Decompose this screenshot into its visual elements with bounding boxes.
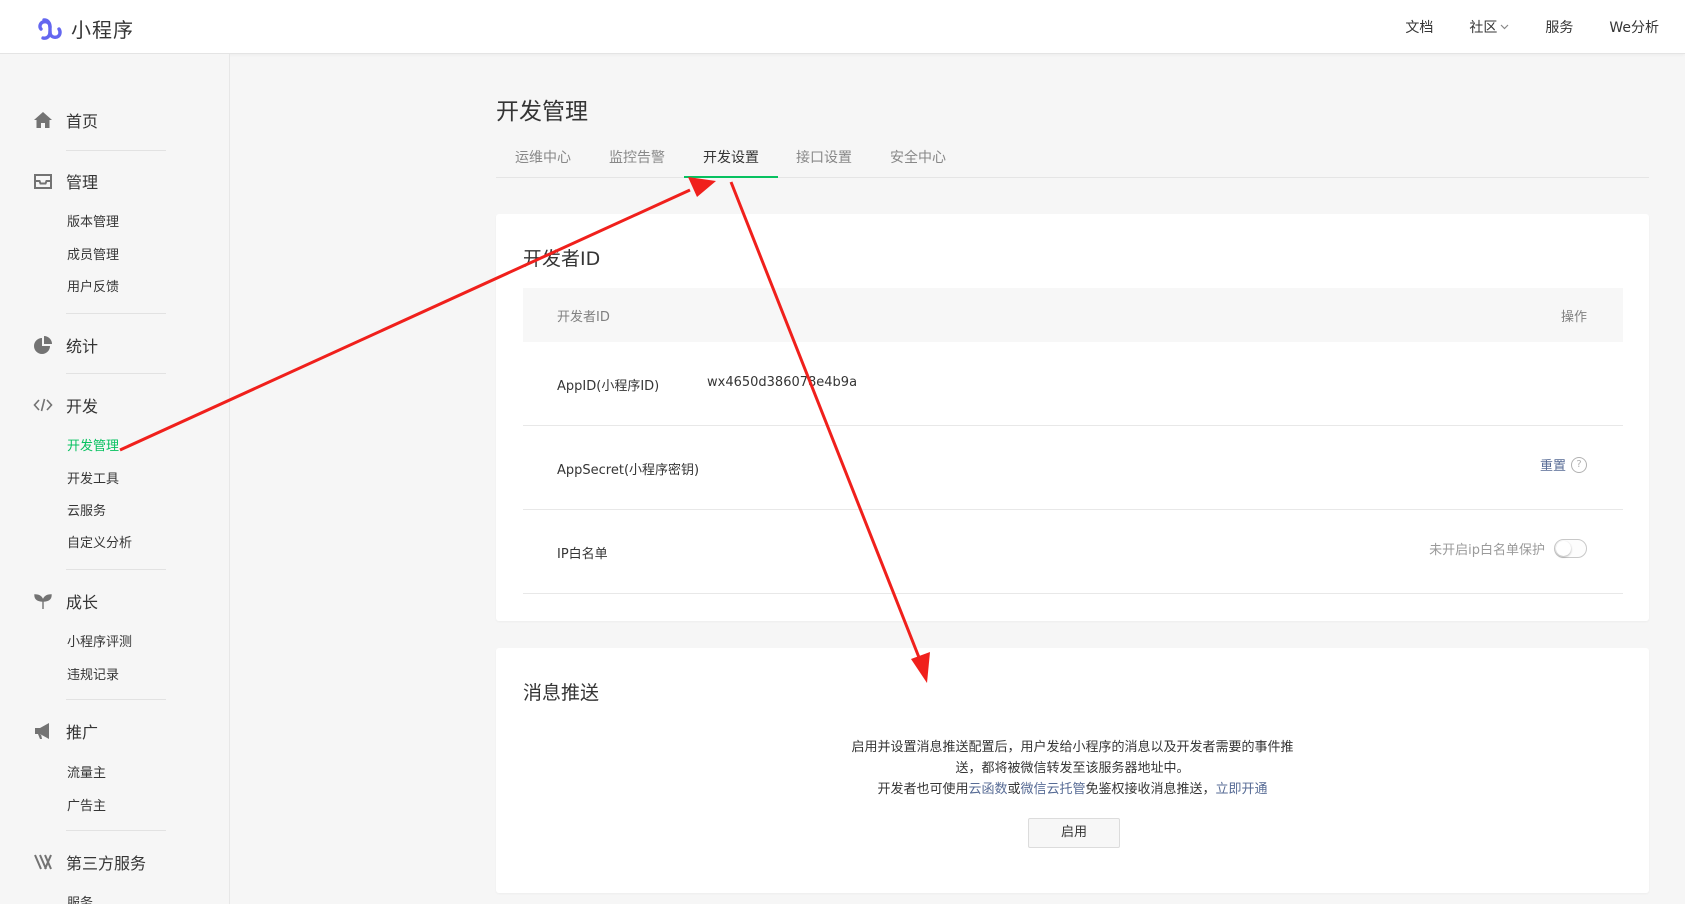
sidebar-item-advertiser[interactable]: 广告主 <box>67 797 106 817</box>
sidebar-item-growth[interactable]: 成长 <box>32 589 167 613</box>
nav-docs[interactable]: 文档 <box>1405 17 1433 37</box>
sidebar-item-label: 成长 <box>66 593 99 612</box>
cloud-hosting-link[interactable]: 微信云托管 <box>1021 782 1086 797</box>
appid-label: AppID(小程序ID) <box>557 379 660 394</box>
help-circle-icon[interactable]: ? <box>1571 456 1587 473</box>
ip-whitelist-status: 未开启ip白名单保护 <box>1429 543 1545 558</box>
sidebar-divider <box>66 699 166 700</box>
sidebar-group-third-party: 第三方服务 服务 <box>32 850 167 904</box>
sidebar-divider <box>66 373 166 374</box>
description-line: 开发者也可使用云函数或微信云托管免鉴权接收消息推送，立即开通 <box>496 779 1649 800</box>
sidebar-group-home: 首页 <box>32 108 167 132</box>
sidebar-group-stats: 统计 <box>32 333 167 357</box>
tab-security-center[interactable]: 安全中心 <box>887 147 949 178</box>
sidebar-group-manage: 管理 版本管理 成员管理 用户反馈 <box>32 169 167 295</box>
sprout-icon <box>32 591 54 611</box>
sidebar-divider <box>66 569 166 570</box>
sidebar-item-traffic-owner[interactable]: 流量主 <box>67 764 106 784</box>
sidebar-item-stats[interactable]: 统计 <box>32 333 167 357</box>
sidebar-item-third-party[interactable]: 第三方服务 <box>32 850 167 874</box>
sidebar-item-label: 首页 <box>66 112 99 131</box>
tab-dev-settings[interactable]: 开发设置 <box>684 147 778 178</box>
description-text: 开发者也可使用 <box>877 782 969 797</box>
chevron-down-icon <box>1500 24 1509 30</box>
sidebar-item-violation-records[interactable]: 违规记录 <box>67 666 119 686</box>
toggle-knob <box>1556 541 1571 556</box>
sidebar-item-label: 第三方服务 <box>66 854 147 873</box>
appid-value[interactable]: wx4650d386078e4b9a <box>707 375 857 390</box>
sidebar-item-promotion[interactable]: 推广 <box>32 719 167 743</box>
cloud-function-link[interactable]: 云函数 <box>968 782 1007 797</box>
sidebar-item-custom-analysis[interactable]: 自定义分析 <box>67 534 132 554</box>
enable-button[interactable]: 启用 <box>1028 818 1120 848</box>
ip-whitelist-actions: 未开启ip白名单保护 <box>1429 539 1587 558</box>
top-header: 小程序 文档 社区 服务 We分析 <box>0 0 1685 54</box>
reset-link[interactable]: 重置 <box>1540 455 1566 474</box>
tab-bar: 运维中心 监控告警 开发设置 接口设置 安全中心 <box>496 141 1649 178</box>
sidebar-item-cloud-service[interactable]: 云服务 <box>67 502 106 522</box>
home-icon <box>32 110 54 130</box>
developer-id-card: 开发者ID 开发者ID 操作 AppID(小程序ID) wx4650d38607… <box>496 214 1649 621</box>
logo[interactable]: 小程序 <box>34 14 134 43</box>
sidebar-item-label: 推广 <box>66 723 99 742</box>
page-title: 开发管理 <box>496 99 588 125</box>
miniprogram-logo-icon <box>38 17 62 40</box>
description-line: 送，都将被微信转发至该服务器地址中。 <box>955 761 1190 776</box>
message-push-description: 启用并设置消息推送配置后，用户发给小程序的消息以及开发者需要的事件推 送，都将被… <box>496 737 1649 800</box>
sidebar-group-growth: 成长 小程序评测 违规记录 <box>32 589 167 683</box>
nav-services[interactable]: 服务 <box>1545 17 1573 37</box>
sidebar-item-label: 统计 <box>66 337 99 356</box>
third-party-icon <box>32 852 54 872</box>
description-text: 免鉴权接收消息推送， <box>1085 782 1216 797</box>
sidebar-item-member-management[interactable]: 成员管理 <box>67 246 119 266</box>
sidebar-divider <box>66 150 166 151</box>
sidebar-group-develop: 开发 开发管理 开发工具 云服务 自定义分析 <box>32 393 167 551</box>
appsecret-actions: 重置 ? <box>1540 455 1587 474</box>
sidebar-group-promotion: 推广 流量主 广告主 <box>32 719 167 814</box>
sidebar-item-label: 开发 <box>66 397 99 416</box>
table-row-appsecret: AppSecret(小程序密钥) 重置 ? <box>523 426 1623 510</box>
code-icon <box>32 395 54 415</box>
inbox-icon <box>32 171 54 191</box>
sidebar-divider <box>66 313 166 314</box>
sidebar-item-version-management[interactable]: 版本管理 <box>67 213 119 233</box>
tab-monitoring[interactable]: 监控告警 <box>606 147 668 178</box>
ip-whitelist-toggle[interactable] <box>1554 539 1587 558</box>
sidebar-item-dev-management[interactable]: 开发管理 <box>67 437 119 457</box>
table-row-appid: AppID(小程序ID) wx4650d386078e4b9a <box>523 342 1623 426</box>
sidebar-divider <box>66 830 166 831</box>
message-push-card: 消息推送 启用并设置消息推送配置后，用户发给小程序的消息以及开发者需要的事件推 … <box>496 648 1649 893</box>
top-nav: 文档 社区 服务 We分析 <box>1369 0 1659 54</box>
tab-ops-center[interactable]: 运维中心 <box>513 147 573 178</box>
card-title: 消息推送 <box>523 682 600 704</box>
megaphone-icon <box>32 721 54 741</box>
nav-we-analysis[interactable]: We分析 <box>1609 17 1659 37</box>
sidebar-item-user-feedback[interactable]: 用户反馈 <box>67 278 119 298</box>
logo-text: 小程序 <box>71 18 134 42</box>
sidebar-item-home[interactable]: 首页 <box>32 108 167 132</box>
card-title: 开发者ID <box>523 248 601 270</box>
sidebar-item-develop[interactable]: 开发 <box>32 393 167 417</box>
description-text: 或 <box>1007 782 1021 797</box>
appsecret-label: AppSecret(小程序密钥) <box>557 463 700 478</box>
sidebar-item-service[interactable]: 服务 <box>67 894 93 904</box>
table-header: 开发者ID 操作 <box>523 288 1623 342</box>
table-row-ip-whitelist: IP白名单 未开启ip白名单保护 <box>523 510 1623 594</box>
sidebar-item-manage[interactable]: 管理 <box>32 169 167 193</box>
sidebar-item-label: 管理 <box>66 173 99 192</box>
description-line: 启用并设置消息推送配置后，用户发给小程序的消息以及开发者需要的事件推 <box>851 740 1294 755</box>
column-header-developer-id: 开发者ID <box>557 310 610 325</box>
ip-whitelist-label: IP白名单 <box>557 547 608 562</box>
pie-chart-icon <box>32 335 54 355</box>
nav-community-label: 社区 <box>1469 20 1498 36</box>
sidebar-item-evaluation[interactable]: 小程序评测 <box>67 633 132 653</box>
sidebar-item-dev-tools[interactable]: 开发工具 <box>67 470 119 490</box>
annotation-arrowhead <box>688 177 716 197</box>
open-now-link[interactable]: 立即开通 <box>1216 782 1268 797</box>
nav-community[interactable]: 社区 <box>1469 17 1509 37</box>
column-header-actions: 操作 <box>1560 310 1587 325</box>
tab-api-settings[interactable]: 接口设置 <box>793 147 855 178</box>
